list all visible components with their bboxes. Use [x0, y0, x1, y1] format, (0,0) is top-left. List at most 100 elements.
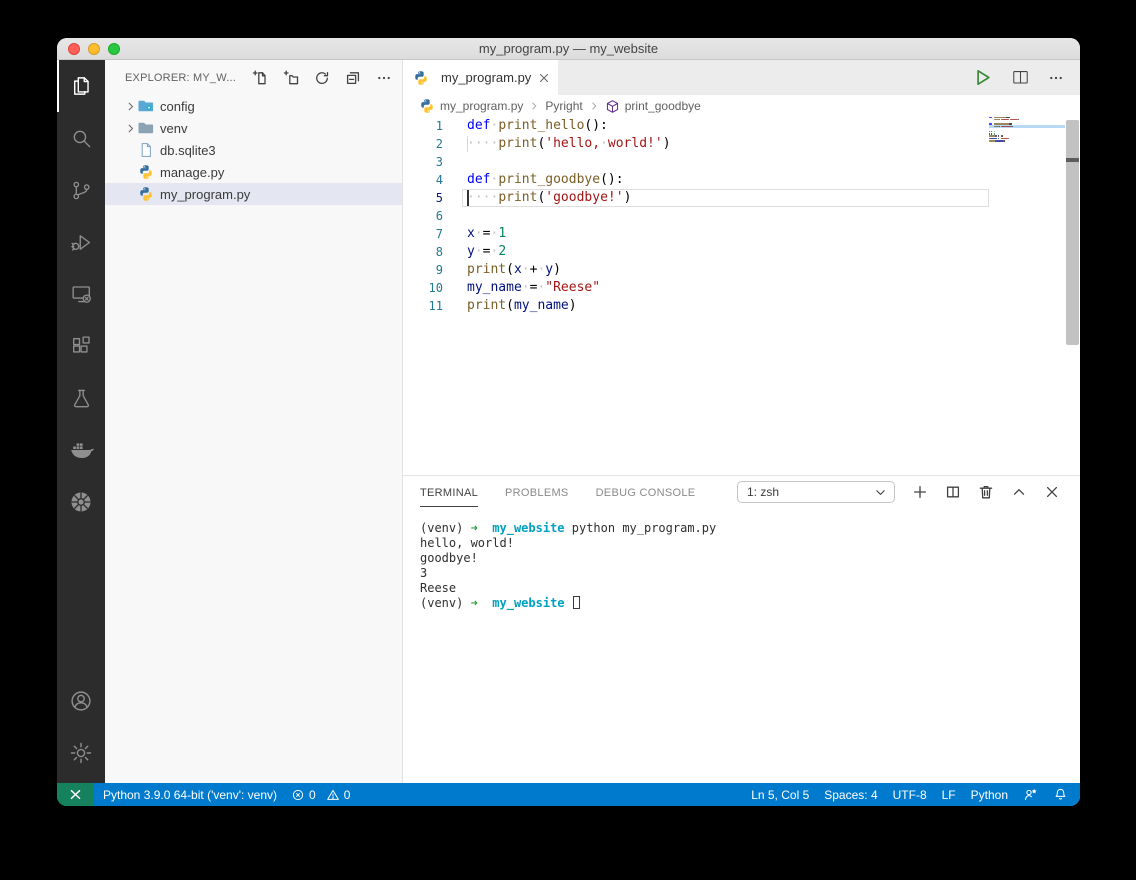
code-line[interactable]: 2····print('hello,·world!'): [403, 135, 1080, 153]
line-number: 10: [403, 279, 467, 297]
close-tab-icon[interactable]: [537, 71, 551, 85]
remote-explorer-activity-button[interactable]: [57, 268, 105, 320]
extensions-activity-button[interactable]: [57, 320, 105, 372]
file-list: configvenvdb.sqlite3manage.pymy_program.…: [105, 95, 402, 205]
status-indentation[interactable]: Spaces: 4: [824, 788, 877, 802]
breadcrumb-item[interactable]: print_goodbye: [625, 99, 701, 113]
python-icon: [138, 164, 154, 180]
breadcrumb-item[interactable]: Pyright: [545, 99, 582, 113]
bell-icon: [1053, 787, 1068, 802]
line-number: 1: [403, 117, 467, 135]
terminal-select[interactable]: 1: zsh: [737, 481, 895, 503]
panel-tab-terminal[interactable]: TERMINAL: [420, 478, 478, 507]
search-icon: [69, 126, 94, 151]
error-icon: [291, 788, 305, 802]
testing-activity-button[interactable]: [57, 372, 105, 424]
explorer-item-db.sqlite3[interactable]: db.sqlite3: [105, 139, 402, 161]
remote-icon: [67, 786, 84, 803]
minimap-line: [998, 135, 999, 137]
code-line[interactable]: 3: [403, 153, 1080, 171]
code-line[interactable]: 4def·print_goodbye():: [403, 171, 1080, 189]
code-line[interactable]: 7x·=·1: [403, 225, 1080, 243]
file-icon: [138, 142, 154, 158]
new-file-button[interactable]: [252, 70, 268, 86]
remote-indicator[interactable]: [57, 783, 93, 806]
split-editor-button[interactable]: [1011, 68, 1030, 87]
code-line[interactable]: 11print(my_name): [403, 297, 1080, 315]
status-cursor-position[interactable]: Ln 5, Col 5: [751, 788, 809, 802]
activity-bar: [57, 60, 105, 783]
code-line[interactable]: 10my_name·=·"Reese": [403, 279, 1080, 297]
explorer-activity-button[interactable]: [57, 60, 105, 112]
status-encoding[interactable]: UTF-8: [893, 788, 927, 802]
status-language-mode[interactable]: Python: [971, 788, 1008, 802]
code-line[interactable]: 8y·=·2: [403, 243, 1080, 261]
line-number: 2: [403, 135, 467, 153]
minimap[interactable]: [989, 117, 1065, 235]
close-window-button[interactable]: [68, 43, 80, 55]
breadcrumb-item[interactable]: my_program.py: [440, 99, 523, 113]
panel-tab-debug-console[interactable]: DEBUG CONSOLE: [596, 478, 696, 507]
docker-activity-button[interactable]: [57, 424, 105, 476]
new-folder-button[interactable]: [283, 70, 299, 86]
minimap-line: [994, 123, 1009, 125]
close-panel-button[interactable]: [1044, 484, 1060, 500]
explorer-sidebar: EXPLORER: MY_W... configvenvdb.sqlite3ma…: [105, 60, 403, 783]
explorer-item-config[interactable]: config: [105, 95, 402, 117]
problems-indicator[interactable]: 0 0: [291, 788, 350, 802]
python-interpreter[interactable]: Python 3.9.0 64-bit ('venv': venv): [103, 788, 277, 802]
status-feedback[interactable]: [1023, 787, 1038, 802]
run-python-file-button[interactable]: [972, 67, 993, 88]
run-and-debug-activity-button[interactable]: [57, 216, 105, 268]
status-notifications[interactable]: [1053, 787, 1068, 802]
editor-scrollbar[interactable]: [1066, 120, 1079, 345]
minimap-line: [989, 117, 992, 118]
code-line[interactable]: 6: [403, 207, 1080, 225]
kubernetes-activity-button[interactable]: [57, 476, 105, 528]
status-right: Ln 5, Col 5 Spaces: 4 UTF-8 LF Python: [751, 787, 1080, 802]
maximize-panel-button[interactable]: [1011, 484, 1027, 500]
explorer-item-manage.py[interactable]: manage.py: [105, 161, 402, 183]
manage-activity-button[interactable]: [57, 727, 105, 779]
collapse-folders-button[interactable]: [345, 70, 361, 86]
debug-icon: [69, 230, 94, 255]
titlebar: my_program.py — my_website: [57, 38, 1080, 60]
kubernetes-icon: [68, 489, 94, 515]
split-terminal-button[interactable]: [945, 484, 961, 500]
remote-explorer-icon: [69, 282, 94, 307]
code-line[interactable]: 9print(x·+·y): [403, 261, 1080, 279]
code-editor[interactable]: 1def·print_hello():2····print('hello,·wo…: [403, 117, 1080, 475]
terminal-output[interactable]: (venv) ➜ my_website python my_program.py…: [403, 508, 1080, 611]
source-control-activity-button[interactable]: [57, 164, 105, 216]
more-actions-button[interactable]: [1048, 70, 1064, 86]
panel-header: TERMINAL PROBLEMS DEBUG CONSOLE 1: zsh: [403, 476, 1080, 508]
minimize-window-button[interactable]: [88, 43, 100, 55]
python-icon: [138, 186, 154, 202]
extensions-icon: [69, 334, 94, 359]
symbol-cube-icon: [605, 99, 620, 114]
folder-config-icon: [138, 98, 154, 114]
minimap-line: [989, 140, 995, 142]
views-and-more-actions-button[interactable]: [376, 70, 392, 86]
explorer-item-my_program.py[interactable]: my_program.py: [105, 183, 402, 205]
minimap-line: [1006, 117, 1009, 118]
kill-terminal-button[interactable]: [978, 484, 994, 500]
source-control-icon: [69, 178, 94, 203]
tab-my-program[interactable]: my_program.py: [403, 60, 558, 95]
activity-bottom: [57, 675, 105, 783]
panel-tab-problems[interactable]: PROBLEMS: [505, 478, 569, 507]
search-activity-button[interactable]: [57, 112, 105, 164]
explorer-item-venv[interactable]: venv: [105, 117, 402, 139]
zoom-window-button[interactable]: [108, 43, 120, 55]
code-line[interactable]: 5····print('goodbye!'): [403, 189, 1080, 207]
code-line[interactable]: 1def·print_hello():: [403, 117, 1080, 135]
minimap-line: [1002, 135, 1003, 137]
tab-bar: my_program.py: [403, 60, 1080, 95]
new-terminal-button[interactable]: [912, 484, 928, 500]
breadcrumb-separator-icon: [528, 100, 540, 112]
status-eol[interactable]: LF: [942, 788, 956, 802]
refresh-explorer-button[interactable]: [314, 70, 330, 86]
code-lines: 1def·print_hello():2····print('hello,·wo…: [403, 117, 1080, 315]
settings-icon: [68, 740, 94, 766]
accounts-activity-button[interactable]: [57, 675, 105, 727]
